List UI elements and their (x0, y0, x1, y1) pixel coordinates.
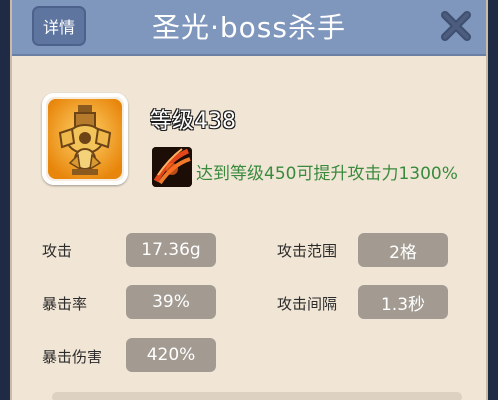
crit-rate-value: 39% (126, 285, 216, 319)
attack-value: 17.36g (126, 233, 216, 267)
attack-label: 攻击 (42, 242, 73, 260)
attack-interval-value: 1.3秒 (358, 285, 448, 319)
level-text: 等级438 (150, 109, 237, 135)
tower-avatar-icon (48, 99, 122, 179)
details-button[interactable]: 详情 (32, 6, 86, 46)
close-icon (441, 11, 471, 41)
fire-claw-icon (152, 147, 192, 187)
attack-range-label: 攻击范围 (277, 242, 338, 260)
skill-upgrade-text: 达到等级450可提升攻击力1300% (196, 164, 458, 184)
crit-rate-label: 暴击率 (42, 295, 88, 313)
panel-header: 圣光·boss杀手 详情 (12, 0, 486, 56)
bottom-scroll-area (52, 392, 462, 400)
crit-damage-value: 420% (126, 338, 216, 372)
attack-range-value: 2格 (358, 233, 448, 267)
unit-detail-panel: 圣光·boss杀手 详情 等级438 达到等级450可提升攻击力1300% 攻击… (10, 0, 488, 400)
crit-damage-label: 暴击伤害 (42, 348, 103, 366)
close-button[interactable] (434, 6, 478, 46)
attack-interval-label: 攻击间隔 (277, 295, 338, 313)
tower-avatar (42, 93, 128, 185)
